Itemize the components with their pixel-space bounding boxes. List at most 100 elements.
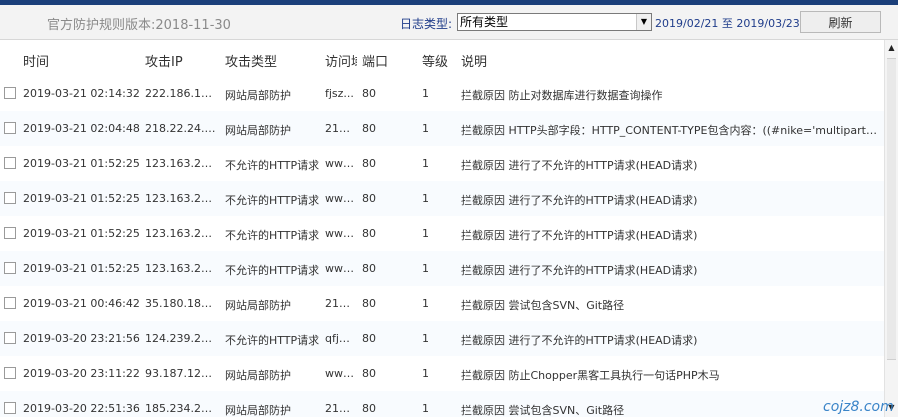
cell-ip: 123.163.252.xxx	[145, 192, 218, 205]
cell-time: 2019-03-20 22:51:36	[23, 402, 140, 415]
cell-visit: www...	[325, 192, 355, 205]
vertical-scrollbar[interactable]: ▲ ▼	[884, 40, 898, 417]
cell-time: 2019-03-21 01:52:25	[23, 157, 140, 170]
cell-type: 不允许的HTTP请求	[225, 229, 320, 242]
cell-port: 80	[362, 122, 376, 135]
cell-ip: 123.163.250.xxx	[145, 227, 218, 240]
cell-time: 2019-03-21 01:52:25	[23, 192, 140, 205]
toolbar: 官方防护规则版本:2018-11-30 日志类型: 所有类型 ▼ 2019/02…	[0, 5, 898, 40]
row-checkbox[interactable]	[4, 332, 16, 344]
cell-visit: www...	[325, 367, 355, 380]
row-checkbox[interactable]	[4, 402, 16, 414]
cell-visit: 218...	[325, 402, 355, 415]
cell-ip: 124.239.240.xxx	[145, 332, 218, 345]
cell-desc: 拦截原因 防止对数据库进行数据查询操作	[461, 89, 663, 102]
scroll-up-icon[interactable]: ▲	[886, 42, 897, 54]
rule-version-label: 官方防护规则版本:2018-11-30	[47, 18, 231, 33]
table-row[interactable]: 2019-03-20 23:11:22 93.187.128.81 网站局部防护 ww…	[0, 356, 884, 392]
cell-desc: 拦截原因 尝试包含SVN、Git路径	[461, 299, 625, 312]
cell-desc: 拦截原因 进行了不允许的HTTP请求(HEAD请求)	[461, 194, 698, 207]
cell-time: 2019-03-21 02:14:32	[23, 87, 140, 100]
cell-level: 1	[422, 262, 429, 275]
table-row[interactable]: 2019-03-21 01:52:25 123.163.252.xxx 不允许的HT…	[0, 146, 884, 182]
cell-desc: 拦截原因 防止Chopper黑客工具执行一句话PHP木马	[461, 369, 720, 382]
cell-ip: 93.187.128.81	[145, 367, 218, 380]
table-header: 时间 攻击IP 攻击类型 访问域名 端口 等级 说明	[0, 40, 884, 76]
cell-type: 网站局部防护	[225, 369, 291, 382]
table-row[interactable]: 2019-03-20 22:51:36 185.234.218.xxx 网站局部防护…	[0, 391, 884, 417]
table-row[interactable]: 2019-03-21 01:52:25 123.163.250.xxx 不允许的HT…	[0, 216, 884, 252]
cell-ip: 218.22.24.61	[145, 122, 218, 135]
date-to[interactable]: 2019/03/23	[736, 17, 799, 30]
cell-ip: 123.163.252.xxx	[145, 157, 218, 170]
cell-desc: 拦截原因 进行了不允许的HTTP请求(HEAD请求)	[461, 264, 698, 277]
header-desc[interactable]: 说明	[461, 51, 879, 70]
cell-time: 2019-03-20 23:11:22	[23, 367, 140, 380]
date-separator: 至	[721, 17, 733, 30]
cell-port: 80	[362, 157, 376, 170]
cell-port: 80	[362, 332, 376, 345]
cell-type: 不允许的HTTP请求	[225, 194, 320, 207]
cell-type: 不允许的HTTP请求	[225, 334, 320, 347]
cell-level: 1	[422, 87, 429, 100]
cell-level: 1	[422, 367, 429, 380]
cell-time: 2019-03-21 01:52:25	[23, 227, 140, 240]
table-row[interactable]: 2019-03-21 01:52:25 123.163.252.xxx 不允许的HT…	[0, 181, 884, 217]
scroll-thumb[interactable]	[887, 58, 896, 360]
table-row[interactable]: 2019-03-20 23:21:56 124.239.240.xxx 不允许的HT…	[0, 321, 884, 357]
cell-port: 80	[362, 367, 376, 380]
table-row[interactable]: 2019-03-21 02:14:32 222.186.136.xxx 网站局部防护…	[0, 76, 884, 112]
cell-level: 1	[422, 227, 429, 240]
cell-desc: 拦截原因 尝试包含SVN、Git路径	[461, 404, 625, 417]
cell-ip: 185.234.218.xxx	[145, 402, 218, 415]
cell-visit: 218...	[325, 122, 355, 135]
cell-level: 1	[422, 297, 429, 310]
cell-type: 不允许的HTTP请求	[225, 264, 320, 277]
header-ip[interactable]: 攻击IP	[145, 51, 218, 70]
cell-time: 2019-03-21 01:52:25	[23, 262, 140, 275]
cell-ip: 35.180.186.1xx	[145, 297, 218, 310]
cell-visit: 218...	[325, 297, 355, 310]
row-checkbox[interactable]	[4, 157, 16, 169]
cell-ip: 222.186.136.xxx	[145, 87, 218, 100]
log-type-select[interactable]: 所有类型 ▼	[457, 13, 652, 31]
date-from[interactable]: 2019/02/21	[655, 17, 718, 30]
cell-desc: 拦截原因 进行了不允许的HTTP请求(HEAD请求)	[461, 334, 698, 347]
cell-level: 1	[422, 157, 429, 170]
cell-port: 80	[362, 227, 376, 240]
cell-port: 80	[362, 262, 376, 275]
row-checkbox[interactable]	[4, 87, 16, 99]
log-table: 时间 攻击IP 攻击类型 访问域名 端口 等级 说明 2019-03-21 02…	[0, 40, 884, 417]
refresh-button[interactable]: 刷新	[800, 11, 881, 33]
cell-ip: 123.163.252.xxx	[145, 262, 218, 275]
header-time[interactable]: 时间	[23, 51, 141, 70]
row-checkbox[interactable]	[4, 297, 16, 309]
header-level[interactable]: 等级	[422, 51, 452, 70]
row-checkbox[interactable]	[4, 262, 16, 274]
header-type[interactable]: 攻击类型	[225, 51, 321, 70]
header-port[interactable]: 端口	[362, 51, 392, 70]
cell-desc: 拦截原因 进行了不允许的HTTP请求(HEAD请求)	[461, 229, 698, 242]
row-checkbox[interactable]	[4, 122, 16, 134]
row-checkbox[interactable]	[4, 227, 16, 239]
cell-visit: fjsz...	[325, 87, 354, 100]
cell-time: 2019-03-20 23:21:56	[23, 332, 140, 345]
cell-visit: www...	[325, 227, 355, 240]
cell-level: 1	[422, 192, 429, 205]
cell-visit: www...	[325, 157, 355, 170]
table-row[interactable]: 2019-03-21 00:46:42 35.180.186.1xx 网站局部防护 2…	[0, 286, 884, 322]
watermark: cojz8.com	[823, 399, 894, 415]
log-type-selected-value: 所有类型	[460, 15, 509, 29]
cell-level: 1	[422, 332, 429, 345]
row-checkbox[interactable]	[4, 192, 16, 204]
table-row[interactable]: 2019-03-21 01:52:25 123.163.252.xxx 不允许的HT…	[0, 251, 884, 287]
table-row[interactable]: 2019-03-21 02:04:48 218.22.24.61 网站局部防护 218…	[0, 111, 884, 147]
cell-time: 2019-03-21 00:46:42	[23, 297, 140, 310]
chevron-down-icon[interactable]: ▼	[636, 14, 651, 30]
cell-level: 1	[422, 402, 429, 415]
log-type-label: 日志类型:	[400, 17, 453, 31]
row-checkbox[interactable]	[4, 367, 16, 379]
header-visit[interactable]: 访问域名	[325, 51, 357, 70]
cell-type: 网站局部防护	[225, 124, 291, 137]
cell-time: 2019-03-21 02:04:48	[23, 122, 140, 135]
